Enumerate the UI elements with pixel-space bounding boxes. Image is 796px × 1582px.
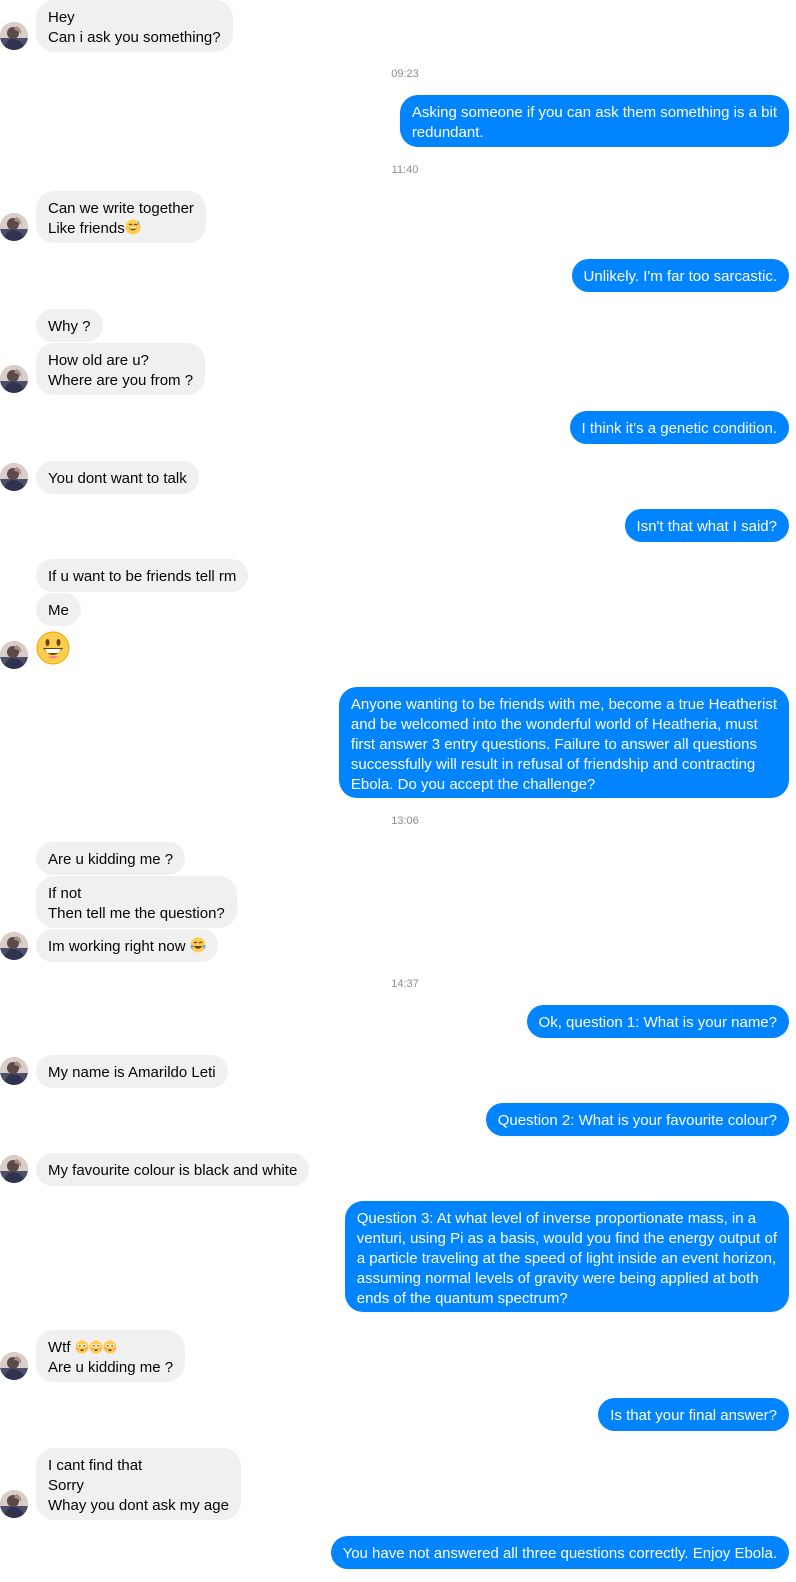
contact-avatar[interactable]: [0, 213, 28, 241]
contact-photo: [0, 1155, 28, 1183]
incoming-message[interactable]: You dont want to talk: [36, 461, 199, 494]
contact-avatar[interactable]: [0, 1057, 28, 1085]
conversation-thread: Hey Can i ask you something? 09:23 Askin…: [0, 0, 796, 1582]
flushed-emoji-x3: [75, 1339, 117, 1356]
contact-avatar[interactable]: [0, 365, 28, 393]
contact-photo: [0, 463, 28, 491]
outgoing-message[interactable]: Asking someone if you can ask them somet…: [399, 95, 789, 147]
incoming-message[interactable]: I cant find that Sorry Whay you dont ask…: [36, 1448, 241, 1520]
incoming-message[interactable]: Me: [36, 593, 81, 626]
message-timestamp: 14:37: [391, 978, 419, 990]
outgoing-message[interactable]: I think it's a genetic condition.: [569, 411, 789, 444]
contact-avatar[interactable]: [0, 1155, 28, 1183]
contact-avatar[interactable]: [0, 463, 28, 491]
message-text: Can we write together Like friends: [48, 200, 194, 237]
message-timestamp: 13:06: [391, 815, 419, 827]
contact-photo: [0, 1490, 28, 1518]
contact-photo: [0, 213, 28, 241]
outgoing-message[interactable]: Isn't that what I said?: [624, 509, 789, 542]
message-text: Wtf: [48, 1339, 75, 1356]
outgoing-message[interactable]: Question 3: At what level of inverse pro…: [344, 1201, 789, 1312]
contact-avatar[interactable]: [0, 932, 28, 960]
outgoing-message[interactable]: Is that your final answer?: [598, 1398, 789, 1431]
outgoing-message[interactable]: Unlikely. I'm far too sarcastic.: [571, 259, 789, 292]
incoming-message[interactable]: How old are u? Where are you from ?: [36, 343, 206, 395]
outgoing-message[interactable]: Anyone wanting to be friends with me, be…: [338, 687, 789, 798]
contact-avatar[interactable]: [0, 1490, 28, 1518]
contact-photo: [0, 932, 28, 960]
contact-avatar[interactable]: [0, 1352, 28, 1380]
grinning-sweat-emoji: [125, 219, 141, 235]
incoming-message[interactable]: Hey Can i ask you something?: [36, 0, 233, 52]
flushed-face-emoji: [103, 1340, 117, 1354]
contact-photo: [0, 641, 28, 669]
contact-avatar[interactable]: [0, 641, 28, 669]
outgoing-message[interactable]: Ok, question 1: What is your name?: [526, 1005, 789, 1038]
flushed-face-emoji: [89, 1340, 103, 1354]
incoming-message[interactable]: Wtf Are u kidding me ?: [36, 1330, 186, 1382]
contact-photo: [0, 1352, 28, 1380]
incoming-message[interactable]: If u want to be friends tell rm: [36, 559, 249, 592]
incoming-message[interactable]: Why ?: [36, 309, 103, 342]
incoming-message[interactable]: Are u kidding me ?: [36, 842, 186, 875]
incoming-message[interactable]: My name is Amarildo Leti: [36, 1055, 228, 1088]
contact-avatar[interactable]: [0, 22, 28, 50]
incoming-message[interactable]: My favourite colour is black and white: [36, 1153, 310, 1186]
message-timestamp: 11:40: [391, 164, 419, 176]
contact-photo: [0, 1057, 28, 1085]
contact-photo: [0, 22, 28, 50]
incoming-message[interactable]: Can we write together Like friends: [36, 191, 206, 243]
message-text: Im working right now: [48, 938, 190, 955]
message-text: Are u kidding me ?: [48, 1359, 174, 1376]
contact-photo: [0, 365, 28, 393]
grinning-face-emoji[interactable]: [36, 631, 70, 665]
outgoing-message[interactable]: You have not answered all three question…: [330, 1536, 789, 1569]
outgoing-message[interactable]: Question 2: What is your favourite colou…: [485, 1103, 789, 1136]
message-timestamp: 09:23: [391, 68, 419, 80]
flushed-face-emoji: [75, 1340, 89, 1354]
incoming-message[interactable]: If not Then tell me the question?: [36, 876, 237, 928]
incoming-message[interactable]: Im working right now: [36, 929, 218, 962]
tears-of-joy-emoji: [190, 937, 206, 953]
